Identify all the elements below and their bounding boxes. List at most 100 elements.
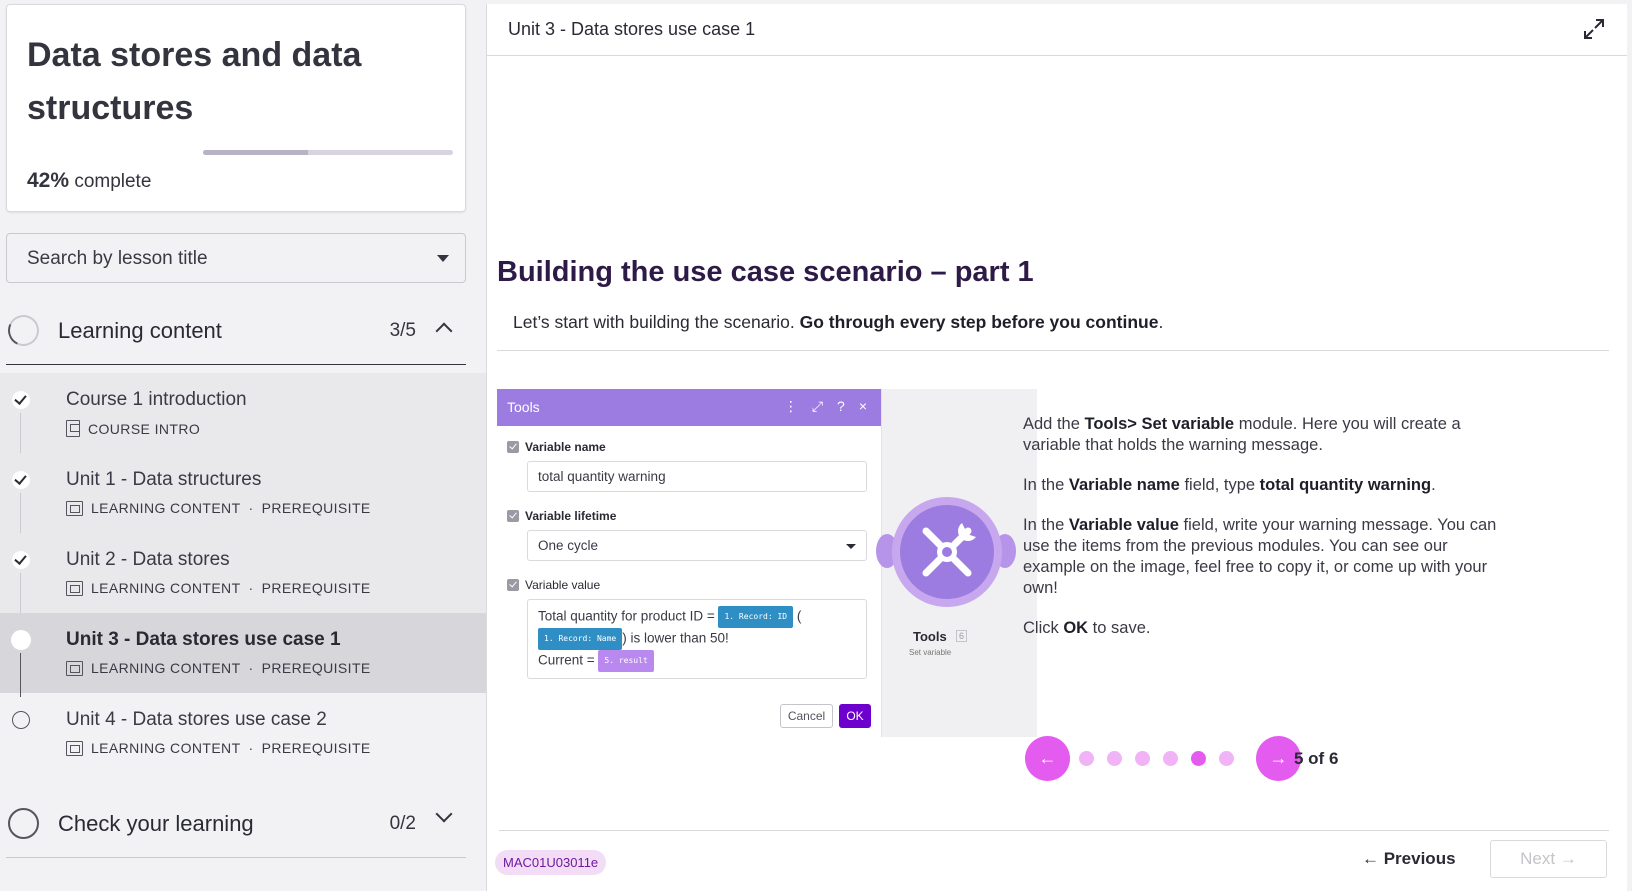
carousel-prev-button[interactable]: ← [1025,736,1070,781]
timeline-line [20,413,21,457]
next-lesson-button[interactable]: Next → [1490,840,1607,878]
lesson-tag: PREREQUISITE [261,660,371,676]
help-icon: ? [837,398,845,414]
media-icon [66,660,83,676]
lesson-type: LEARNING CONTENT [91,580,241,596]
lesson-type: COURSE INTRO [88,420,201,437]
select-value: One cycle [538,538,599,553]
course-title: Data stores and data structures [27,36,362,127]
meta-separator: · [248,660,254,676]
step-paragraph: Add the Tools> Set variable module. Here… [1023,414,1513,456]
variable-lifetime-select: One cycle [527,530,867,561]
lesson-item[interactable]: Unit 2 - Data stores LEARNING CONTENT · … [0,533,486,617]
lesson-meta: LEARNING CONTENT · PREREQUISITE [66,580,371,596]
mapped-item-pill: 5. result [598,650,654,672]
lesson-tag: PREREQUISITE [261,580,371,596]
carousel-dot[interactable] [1107,751,1122,766]
label-text: Variable name [525,440,606,454]
emphasis: Variable name [1068,476,1180,494]
lesson-title: Unit 3 - Data stores use case 1 [66,629,341,650]
meta-separator: · [248,580,254,596]
lesson-type: LEARNING CONTENT [91,740,241,756]
check-icon [12,551,30,569]
course-card: Data stores and data structures 42% comp… [6,4,466,212]
lesson-title: Unit 1 - Data structures [66,469,262,490]
text: to save. [1088,619,1151,637]
lesson-title: Unit 2 - Data stores [66,549,230,570]
variable-value-field: Total quantity for product ID = 1. Recor… [527,599,867,679]
carousel-dot[interactable] [1079,751,1094,766]
lesson-tag: PREREQUISITE [261,500,371,516]
value-text: Current = [538,652,599,668]
media-icon [66,740,83,756]
lesson-title: Course 1 introduction [66,389,247,410]
text: Add the [1023,415,1085,433]
module-settings-panel: Tools ⋮ ⤢ ? × Variable name total quanti… [497,389,882,737]
text: In the [1023,516,1069,534]
lesson-tag: PREREQUISITE [261,740,371,756]
lesson-type: LEARNING CONTENT [91,660,241,676]
cancel-button: Cancel [780,704,833,728]
section-learning-content[interactable]: Learning content 3/5 [3,295,466,365]
progress-text: 42% complete [27,169,151,193]
search-label: Search by lesson title [27,248,208,269]
lesson-type: LEARNING CONTENT [91,500,241,516]
fullscreen-icon: ⤢ [811,398,824,414]
carousel-dot[interactable] [1163,751,1178,766]
section-title: Learning content [58,318,222,343]
variable-name-label: Variable name [507,440,606,454]
variable-lifetime-label: Variable lifetime [507,509,616,523]
intro-text: Let’s start with building the scenario. [513,312,800,332]
chevron-up-icon[interactable] [435,322,453,340]
tools-module-bubble [892,497,1002,607]
carousel-dot[interactable] [1191,751,1206,766]
carousel-dot[interactable] [1219,751,1234,766]
variable-value-label: Variable value [507,578,600,592]
content-header: Unit 3 - Data stores use case 1 [487,4,1627,56]
step-paragraph: In the Variable name field, type total q… [1023,475,1513,496]
emphasis: Tools> Set variable [1084,415,1235,433]
slide-counter: 5 of 6 [1294,749,1339,768]
lesson-item[interactable]: Unit 4 - Data stores use case 2 LEARNING… [0,693,486,773]
sidebar: Data stores and data structures 42% comp… [0,0,486,891]
progress-percent: 42% [27,169,70,192]
label-text: Variable lifetime [525,509,617,523]
mapped-item-pill: 1. Record: Name [538,628,623,650]
progress-ring-icon [3,310,44,351]
text: . [1431,476,1436,494]
lesson-code-badge: MAC01U03011e [495,850,607,875]
lesson-item[interactable]: Course 1 introduction COURSE INTRO [0,373,486,457]
media-icon [66,580,83,596]
section-count: 3/5 [389,320,416,341]
lesson-search-select[interactable]: Search by lesson title [6,233,466,283]
emphasis: Variable value [1068,516,1179,534]
lesson-heading: Building the use case scenario – part 1 [497,256,1034,288]
section-check-your-learning[interactable]: Check your learning 0/2 [6,788,466,858]
document-icon [66,420,80,437]
check-icon [12,471,30,489]
lesson-item-active[interactable]: Unit 3 - Data stores use case 1 LEARNING… [0,613,486,697]
module-panel-header: Tools ⋮ ⤢ ? × [497,389,881,426]
section-title: Check your learning [58,811,254,836]
emphasis: total quantity warning [1259,476,1432,494]
lesson-item[interactable]: Unit 1 - Data structures LEARNING CONTEN… [0,453,486,537]
more-icon: ⋮ [783,398,798,414]
empty-circle-icon [12,711,30,729]
section-count: 0/2 [389,813,416,834]
chevron-down-icon[interactable] [435,805,453,823]
caret-down-icon [846,544,856,549]
module-panel-icons: ⋮ ⤢ ? × [784,398,867,415]
carousel-dot[interactable] [1135,751,1150,766]
ok-button: OK [839,704,871,728]
wrench-screwdriver-icon [922,523,976,577]
lesson-list: Course 1 introduction COURSE INTRO Unit … [0,373,486,773]
divider [497,350,1609,351]
previous-lesson-button[interactable]: ← Previous [1362,849,1456,869]
checkbox-icon [507,579,519,591]
timeline-line [20,573,21,617]
check-icon [12,391,30,409]
progress-bar [203,150,453,155]
progress-bar-fill [203,150,308,155]
timeline-line [20,653,21,697]
expand-icon[interactable] [1583,18,1605,40]
